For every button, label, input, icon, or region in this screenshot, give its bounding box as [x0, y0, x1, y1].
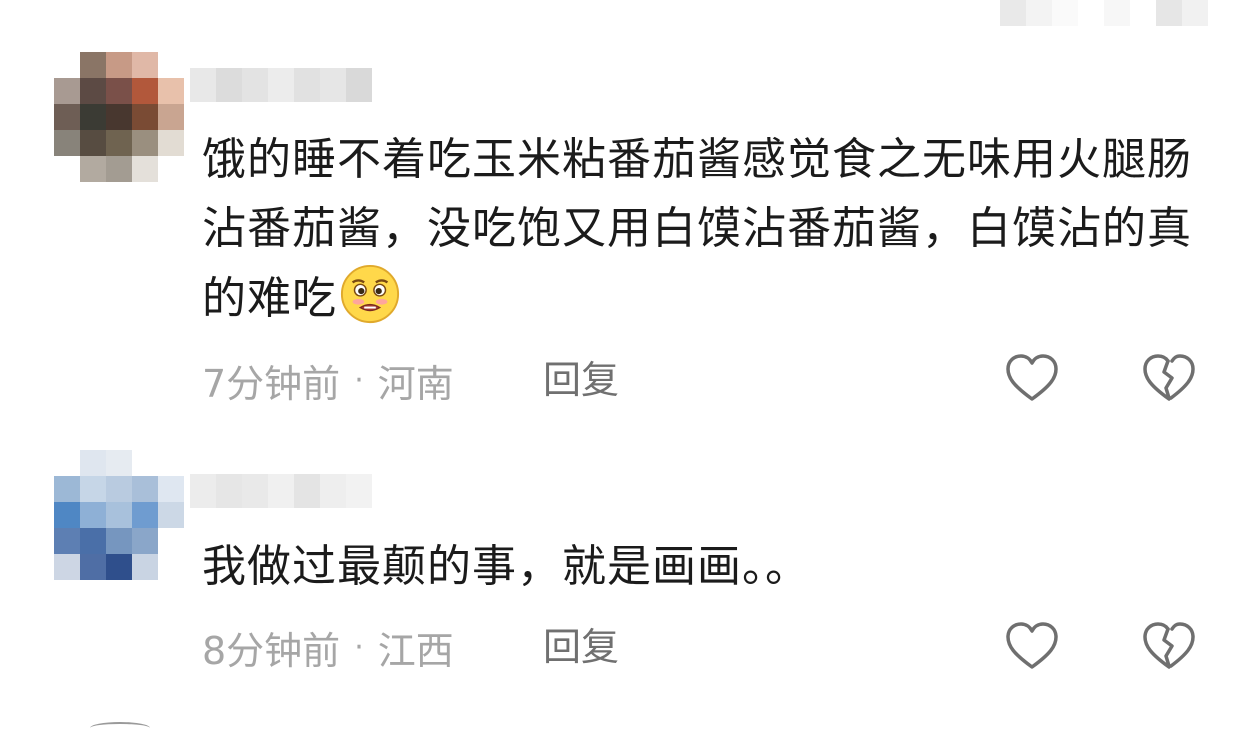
pixel-block [132, 450, 158, 476]
pixel-block [320, 68, 346, 102]
comment-location: 江西 [377, 628, 454, 673]
pixel-block [80, 502, 106, 528]
pixel-block [132, 476, 158, 502]
pixel-block [80, 554, 106, 580]
comment-text: 我做过最颠的事，就是画画。。 [202, 532, 1212, 601]
pixel-block [54, 528, 80, 554]
pixel-block [294, 68, 320, 102]
pixel-block [80, 78, 106, 104]
pixel-block [158, 78, 184, 104]
pixel-block [106, 476, 132, 502]
pixel-block [132, 156, 158, 182]
pixel-block [1052, 0, 1078, 26]
next-avatar-edge [90, 722, 150, 734]
pixel-block [1182, 0, 1208, 26]
pixel-block [158, 528, 184, 554]
broken-heart-icon[interactable] [1141, 620, 1197, 672]
pixel-block [54, 130, 80, 156]
heart-outline-icon[interactable] [1004, 620, 1060, 672]
pixel-block [54, 554, 80, 580]
pixel-block [346, 474, 372, 508]
pixel-block [242, 474, 268, 508]
pixel-block [54, 450, 80, 476]
pixel-block [54, 104, 80, 130]
pixel-block [346, 68, 372, 102]
pixel-block [80, 130, 106, 156]
pixel-block [106, 450, 132, 476]
pixel-block [190, 474, 216, 508]
pixel-block [158, 450, 184, 476]
pixel-block [158, 52, 184, 78]
comment-location: 河南 [377, 361, 454, 406]
pixel-block [80, 104, 106, 130]
crying-face-emoji [340, 264, 400, 324]
heart-outline-icon[interactable] [1004, 352, 1060, 404]
comment-meta: 7分钟前 · 河南 [202, 355, 454, 406]
pixel-block [294, 474, 320, 508]
pixel-block [80, 528, 106, 554]
pixel-block [320, 474, 346, 508]
pixel-block [216, 68, 242, 102]
pixel-block [1026, 0, 1052, 26]
pixel-block [158, 156, 184, 182]
pixel-block [158, 130, 184, 156]
pixel-block [242, 68, 268, 102]
pixel-block [158, 502, 184, 528]
comment-time: 8分钟前 [202, 628, 341, 673]
avatar[interactable] [54, 52, 184, 182]
pixel-block [54, 78, 80, 104]
pixel-block [132, 528, 158, 554]
pixel-block [132, 104, 158, 130]
reply-button[interactable]: 回复 [543, 622, 619, 672]
comment-text: 饿的睡不着吃玉米粘番茄酱感觉食之无味用火腿肠沾番茄酱，没吃饱又用白馍沾番茄酱，白… [202, 125, 1212, 333]
pixel-block [132, 78, 158, 104]
username-pixelated[interactable] [190, 68, 372, 102]
avatar[interactable] [54, 450, 184, 580]
comment-meta: 8分钟前 · 江西 [202, 622, 454, 673]
pixel-block [1104, 0, 1130, 26]
pixel-block [106, 78, 132, 104]
pixel-block [268, 68, 294, 102]
pixel-block [158, 476, 184, 502]
pixel-block [80, 476, 106, 502]
pixel-block [268, 474, 294, 508]
pixel-block [132, 130, 158, 156]
pixel-block [132, 502, 158, 528]
top-pixelated-strip [1000, 0, 1220, 28]
pixel-block [80, 156, 106, 182]
pixel-block [106, 130, 132, 156]
pixel-block [80, 52, 106, 78]
pixel-block [106, 554, 132, 580]
pixel-block [1130, 0, 1156, 26]
broken-heart-icon[interactable] [1141, 352, 1197, 404]
pixel-block [80, 450, 106, 476]
pixel-block [158, 104, 184, 130]
meta-separator: · [354, 629, 364, 665]
pixel-block [190, 68, 216, 102]
pixel-block [1078, 0, 1104, 26]
meta-separator: · [354, 362, 364, 398]
comment-body: 我做过最颠的事，就是画画。。 [202, 541, 810, 592]
pixel-block [54, 502, 80, 528]
reply-button[interactable]: 回复 [543, 355, 619, 405]
pixel-block [106, 52, 132, 78]
pixel-block [106, 502, 132, 528]
pixel-block [132, 52, 158, 78]
pixel-block [106, 528, 132, 554]
pixel-block [54, 476, 80, 502]
pixel-block [54, 156, 80, 182]
pixel-block [158, 554, 184, 580]
pixel-block [1000, 0, 1026, 26]
pixel-block [106, 104, 132, 130]
pixel-block [1156, 0, 1182, 26]
pixel-block [106, 156, 132, 182]
username-pixelated[interactable] [190, 474, 372, 508]
pixel-block [216, 474, 242, 508]
pixel-block [54, 52, 80, 78]
pixel-block [132, 554, 158, 580]
comment-time: 7分钟前 [202, 361, 341, 406]
